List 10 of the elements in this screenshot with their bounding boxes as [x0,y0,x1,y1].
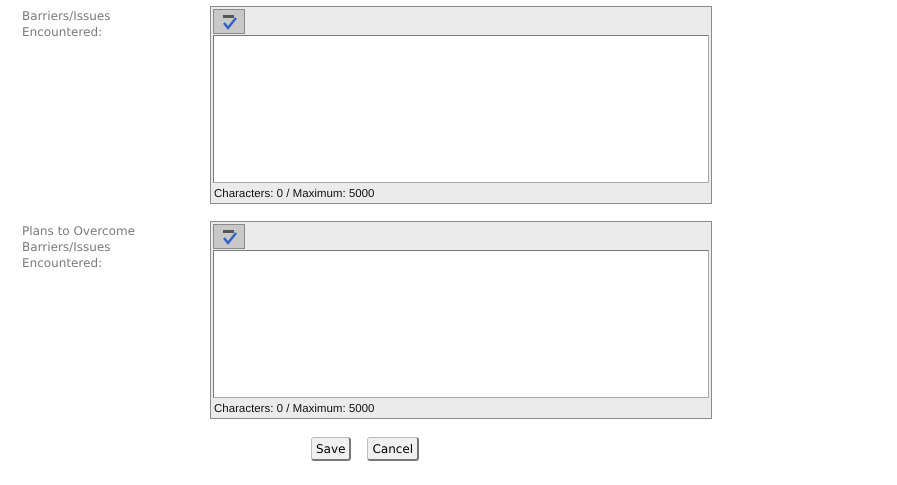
save-button[interactable]: Save [311,437,352,461]
cancel-button[interactable]: Cancel [367,437,420,461]
spellcheck-button[interactable] [213,9,245,34]
field-label: Plans to Overcome Barriers/Issues Encountered: [21,223,136,272]
spellcheck-icon [220,228,238,244]
character-counter: Characters: 0 / Maximum: 5000 [213,187,376,200]
character-counter: Characters: 0 / Maximum: 5000 [213,402,376,415]
spellcheck-button[interactable] [213,224,245,249]
field-label: Barriers/Issues Encountered: [21,8,112,41]
spellcheck-icon [220,14,238,30]
